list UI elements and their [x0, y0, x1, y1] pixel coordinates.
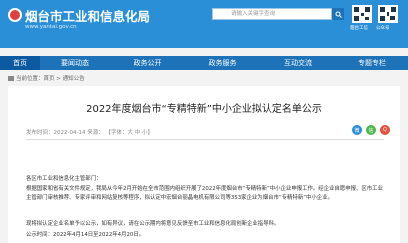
breadcrumb: 当前位置：首页 > 通知公告	[8, 74, 85, 82]
site-url: www.yantai.gov.cn	[25, 24, 77, 30]
paragraph: 现将拟认定企业名单予以公示，如有异议，请在公示期内将意见反馈至市工业和信息化局创…	[26, 221, 280, 227]
nav-item-topics[interactable]: 专题专栏	[336, 56, 408, 70]
article-title: 2022年度烟台市“专精特新”中小企业拟认定名单公示	[86, 104, 322, 115]
wechat-icon[interactable]: 信	[366, 125, 376, 135]
nav-item-interaction[interactable]: 互动交流	[260, 56, 336, 70]
breadcrumb-text[interactable]: 当前位置：首页 > 通知公告	[16, 76, 85, 82]
qr-code-icon	[352, 5, 372, 23]
article-panel: 2022年度烟台市“专精特新”中小企业拟认定名单公示 发布时间：2022-04-…	[8, 86, 400, 243]
site-title: 烟台市工业和信息化局	[25, 9, 151, 24]
home-icon	[8, 76, 14, 81]
weibo-icon[interactable]: 微	[352, 125, 362, 135]
main-nav: 首页 要闻动态 政务公开 政务服务 互动交流 专题专栏	[0, 56, 408, 70]
nav-item-news[interactable]: 要闻动态	[40, 56, 110, 70]
paragraph: 公示时间：2022年4月14日至2022年4月20日。	[26, 232, 145, 238]
logo-icon	[8, 8, 22, 22]
search-icon	[335, 11, 342, 18]
qr-label: 公众号	[376, 26, 390, 31]
divider	[26, 139, 384, 140]
search-button[interactable]	[332, 8, 344, 20]
search-input[interactable]: 请输入关键字查询	[212, 8, 332, 20]
paragraph: 各区市工业和信息化主管部门：	[26, 176, 102, 182]
qr-label: 烟台工信	[350, 26, 368, 31]
nav-item-services[interactable]: 政务服务	[185, 56, 260, 70]
site-header: 烟台市工业和信息化局 www.yantai.gov.cn 请输入关键字查询 烟台…	[0, 0, 408, 48]
paragraph: 根据国家和省有关文件规定，我局从今年2月开始在全市范围内组织开展了2022年度烟…	[26, 186, 383, 201]
nav-item-gov-info[interactable]: 政务公开	[110, 56, 185, 70]
article-meta: 发布时间：2022-04-14 来源： 【字体：大 中 小】	[26, 130, 153, 136]
nav-item-home[interactable]: 首页	[0, 56, 40, 70]
qq-icon[interactable]: Q	[380, 125, 390, 135]
qr-code-icon	[378, 5, 398, 23]
